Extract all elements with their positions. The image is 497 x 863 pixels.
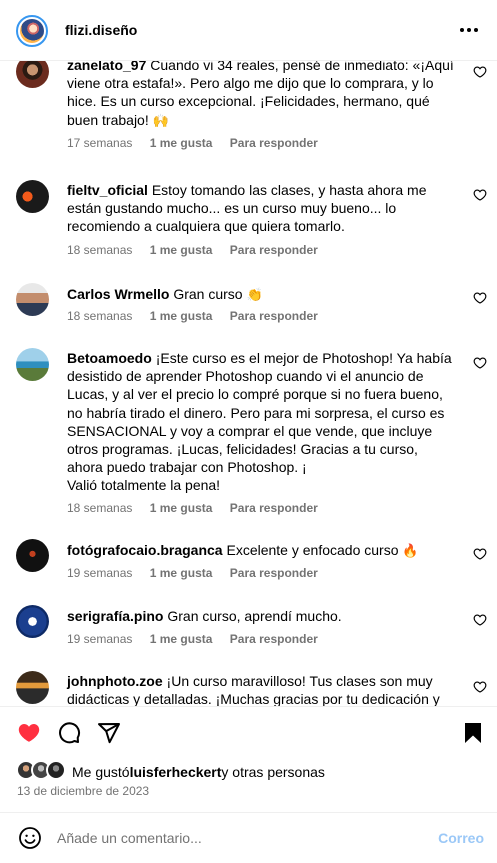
comment-text: zanelato_97 Cuando vi 34 reales, pensé d…	[67, 61, 457, 131]
like-comment-heart-icon[interactable]	[473, 613, 487, 627]
avatar[interactable]	[16, 61, 49, 88]
comment-emoji: 👏	[246, 288, 263, 303]
comment-time: 17 semanas	[67, 136, 133, 150]
author-username[interactable]: flizi.diseño	[65, 22, 137, 38]
post-date[interactable]: 13 de diciembre de 2023	[17, 784, 149, 798]
comment-likes[interactable]: 1 me gusta	[150, 632, 213, 646]
likes-suffix[interactable]: y otras personas	[221, 764, 325, 780]
comment-text: fotógrafocaio.braganca Excelente y enfoc…	[67, 541, 457, 561]
comment-text: johnphoto.zoe ¡Un curso maravilloso! Tus…	[67, 672, 457, 706]
comment-meta: 18 semanas 1 me gusta Para responder	[67, 309, 332, 323]
avatar[interactable]	[16, 180, 49, 213]
comment-username[interactable]: zanelato_97	[67, 61, 146, 73]
like-comment-heart-icon[interactable]	[473, 291, 487, 305]
reply-button[interactable]: Para responder	[230, 243, 318, 257]
heart-filled-icon[interactable]	[17, 721, 43, 747]
comment-time: 18 semanas	[67, 243, 133, 257]
comment-likes[interactable]: 1 me gusta	[150, 136, 213, 150]
comment-time: 19 semanas	[67, 566, 133, 580]
like-comment-heart-icon[interactable]	[473, 547, 487, 561]
comment-meta: 18 semanas 1 me gusta Para responder	[67, 501, 332, 515]
emoji-smile-icon[interactable]	[18, 826, 42, 850]
comment-content: Gran curso, aprendí mucho.	[167, 608, 342, 624]
comment-likes[interactable]: 1 me gusta	[150, 243, 213, 257]
reply-button[interactable]: Para responder	[230, 501, 318, 515]
comment-meta: 19 semanas 1 me gusta Para responder	[67, 632, 332, 646]
avatar[interactable]	[16, 348, 49, 381]
liker-avatar[interactable]	[46, 760, 66, 780]
comment-content: ¡Este curso es el mejor de Photoshop! Ya…	[67, 350, 452, 476]
like-comment-heart-icon[interactable]	[473, 188, 487, 202]
likes-text: Me gustóluisferheckerty otras personas	[72, 764, 325, 780]
reply-button[interactable]: Para responder	[230, 136, 318, 150]
likes-summary: Me gustóluisferheckerty otras personas	[0, 758, 497, 782]
like-comment-heart-icon[interactable]	[473, 65, 487, 79]
comment-likes[interactable]: 1 me gusta	[150, 501, 213, 515]
comment-emoji: 🔥	[402, 544, 419, 559]
comment-time: 18 semanas	[67, 501, 133, 515]
avatar[interactable]	[16, 539, 49, 572]
likes-user[interactable]: luisferheckert	[130, 764, 222, 780]
comment-content-continued: Valió totalmente la pena!	[67, 477, 221, 494]
comment-content: Gran curso	[173, 286, 243, 302]
comment-text: fieltv_oficial Estoy tomando las clases,…	[67, 181, 457, 236]
comment-username[interactable]: Betoamoedo	[67, 350, 152, 366]
comment-time: 18 semanas	[67, 309, 133, 323]
reply-button[interactable]: Para responder	[230, 632, 318, 646]
share-icon[interactable]	[97, 721, 123, 747]
like-comment-heart-icon[interactable]	[473, 356, 487, 370]
comment-likes[interactable]: 1 me gusta	[150, 566, 213, 580]
comment-time: 19 semanas	[67, 632, 133, 646]
author-avatar[interactable]	[16, 15, 48, 47]
comment-username[interactable]: serigrafía.pino	[67, 608, 163, 624]
comments-list[interactable]: zanelato_97 Cuando vi 34 reales, pensé d…	[0, 61, 497, 706]
avatar[interactable]	[16, 671, 49, 704]
more-horizontal-icon[interactable]	[457, 20, 481, 40]
comment-username[interactable]: johnphoto.zoe	[67, 673, 163, 689]
comment-username[interactable]: Carlos Wrmello	[67, 286, 169, 302]
comment-icon[interactable]	[57, 721, 83, 747]
comment-username[interactable]: fieltv_oficial	[67, 182, 148, 198]
comment-emoji: 🙌	[152, 113, 169, 129]
post-comments-view: flizi.diseño zanelato_97 Cuando vi 34 re…	[0, 0, 497, 863]
likes-prefix: Me gustó	[72, 764, 130, 780]
comment-likes[interactable]: 1 me gusta	[150, 309, 213, 323]
post-comment-button[interactable]: Correo	[438, 830, 484, 846]
comment-meta: 17 semanas 1 me gusta Para responder	[67, 136, 332, 150]
avatar[interactable]	[16, 605, 49, 638]
like-comment-heart-icon[interactable]	[473, 680, 487, 694]
comment-text: serigrafía.pino Gran curso, aprendí much…	[67, 607, 457, 625]
comment-meta: 19 semanas 1 me gusta Para responder	[67, 566, 332, 580]
comment-text: Betoamoedo ¡Este curso es el mejor de Ph…	[67, 349, 457, 495]
comment-username[interactable]: fotógrafocaio.braganca	[67, 542, 223, 558]
reply-button[interactable]: Para responder	[230, 309, 318, 323]
comment-meta: 18 semanas 1 me gusta Para responder	[67, 243, 332, 257]
comment-content: Excelente y enfocado curso	[226, 542, 399, 558]
comment-input[interactable]	[57, 826, 417, 850]
comment-text: Carlos Wrmello Gran curso 👏	[67, 285, 457, 305]
bookmark-filled-icon[interactable]	[461, 721, 487, 747]
post-actions-bar	[0, 706, 497, 758]
avatar[interactable]	[16, 283, 49, 316]
reply-button[interactable]: Para responder	[230, 566, 318, 580]
post-header: flizi.diseño	[0, 0, 497, 61]
add-comment-bar: Correo	[0, 812, 497, 863]
